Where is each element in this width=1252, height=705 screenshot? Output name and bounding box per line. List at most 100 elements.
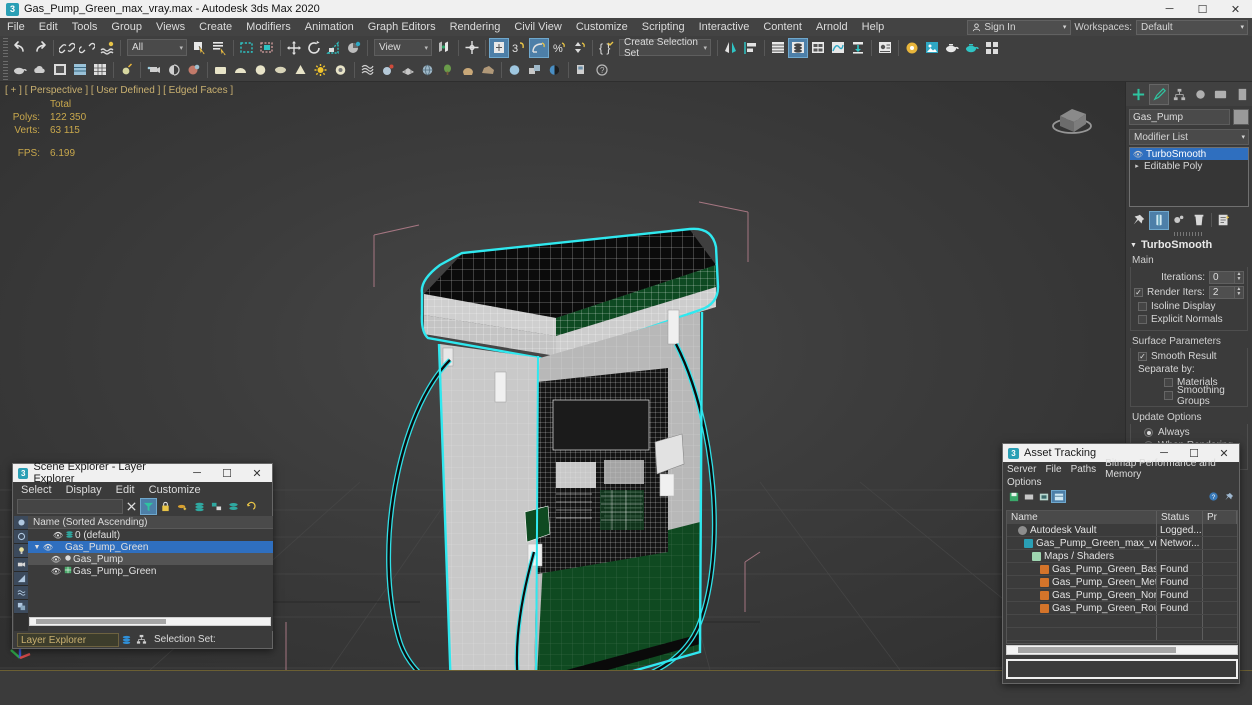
scene-explorer-tree[interactable]: Name (Sorted Ascending) 👁 0 (default) ▼ … — [28, 516, 273, 631]
clear-search-icon[interactable] — [123, 498, 140, 515]
table-row[interactable] — [1007, 615, 1237, 628]
scrollbar-thumb[interactable] — [36, 619, 166, 624]
select-and-move-icon[interactable] — [284, 38, 304, 58]
menu-item-group[interactable]: Group — [104, 18, 149, 36]
modifier-stack-item-turbosmooth[interactable]: 👁 TurboSmooth — [1130, 148, 1248, 160]
spinner-snap-icon[interactable]: % — [549, 38, 569, 58]
sphere-primitive-icon[interactable] — [251, 60, 271, 80]
percent-snap-toggle-icon[interactable] — [529, 37, 549, 58]
mirror-icon[interactable] — [721, 38, 741, 58]
mesh-plane-icon[interactable] — [398, 60, 418, 80]
globe-icon[interactable] — [418, 60, 438, 80]
hierarchy-tab[interactable] — [1169, 84, 1190, 105]
render-production-icon[interactable] — [942, 38, 962, 58]
update-always-radio[interactable] — [1144, 428, 1153, 437]
table-row[interactable]: Gas_Pump_Green_max_vray.max Networ... — [1007, 537, 1237, 550]
sun-positioner-icon[interactable] — [164, 60, 184, 80]
scrollbar-thumb[interactable] — [1018, 647, 1176, 653]
render-in-cloud-icon[interactable] — [982, 38, 1002, 58]
scene-explorer-menu-edit[interactable]: Edit — [116, 484, 135, 496]
make-unique-icon[interactable] — [1169, 211, 1189, 230]
rock-icon[interactable] — [478, 60, 498, 80]
unlink-selection-icon[interactable] — [77, 38, 97, 58]
help-icon[interactable]: ? — [592, 60, 612, 80]
teapot-icon[interactable] — [10, 60, 30, 80]
isoline-display-checkbox[interactable] — [1138, 302, 1147, 311]
hierarchy-toggle-icon[interactable] — [134, 633, 149, 647]
render-iters-checkbox[interactable]: ✓ — [1134, 287, 1143, 297]
list-item[interactable]: 👁 0 (default) — [28, 529, 273, 541]
menu-item-scripting[interactable]: Scripting — [635, 18, 692, 36]
particle-icon[interactable] — [378, 60, 398, 80]
proxy-icon[interactable] — [525, 60, 545, 80]
scene-explorer-horizontal-scrollbar[interactable] — [29, 617, 271, 626]
iterations-input[interactable]: 0 — [1209, 270, 1235, 284]
menu-item-animation[interactable]: Animation — [298, 18, 361, 36]
rendered-frame-window-icon[interactable] — [922, 38, 942, 58]
box-primitive-icon[interactable] — [211, 60, 231, 80]
select-layer-icon[interactable] — [225, 498, 242, 515]
modifier-stack[interactable]: 👁 TurboSmooth ▸ Editable Poly — [1129, 147, 1249, 207]
menu-item-interactive[interactable]: Interactive — [692, 18, 757, 36]
group-filter-icon[interactable] — [14, 600, 28, 614]
lock-icon[interactable] — [157, 498, 174, 515]
column-header-name[interactable]: Name — [1007, 511, 1157, 524]
motion-tab[interactable] — [1190, 84, 1211, 105]
menu-item-file[interactable]: File — [0, 18, 32, 36]
eye-icon[interactable]: 👁 — [50, 567, 62, 576]
toolbar-gripper[interactable] — [3, 60, 8, 80]
bind-to-space-warp-icon[interactable] — [97, 38, 117, 58]
scene-explorer-dialog[interactable]: 3 Scene Explorer - Layer Explorer ─ ☐ ✕ … — [12, 461, 273, 649]
select-and-rotate-icon[interactable] — [304, 38, 324, 58]
asset-tracking-status-field[interactable] — [1006, 659, 1238, 679]
light-filter-icon[interactable] — [14, 544, 28, 558]
ellipsoid-icon[interactable] — [271, 60, 291, 80]
snaps-toggle-icon[interactable] — [489, 37, 509, 58]
toggle-halfdark-icon[interactable] — [545, 60, 565, 80]
menu-item-arnold[interactable]: Arnold — [809, 18, 855, 36]
schematic-view-icon[interactable] — [848, 38, 868, 58]
render-iters-input[interactable]: 2 — [1208, 285, 1235, 299]
window-crossing-toggle-icon[interactable] — [257, 38, 277, 58]
physical-material-icon[interactable] — [184, 60, 204, 80]
menu-item-customize[interactable]: Customize — [569, 18, 635, 36]
tree-icon[interactable] — [438, 60, 458, 80]
menu-item-tools[interactable]: Tools — [65, 18, 105, 36]
view-cube[interactable] — [1044, 92, 1100, 144]
camera-filter-icon[interactable] — [14, 558, 28, 572]
bitmap-icon[interactable] — [572, 60, 592, 80]
layer-icon[interactable] — [191, 498, 208, 515]
object-name-field[interactable]: Gas_Pump — [1129, 109, 1230, 125]
shape-filter-icon[interactable] — [14, 530, 28, 544]
thumbnail-view-icon[interactable] — [1036, 490, 1051, 503]
update-always-row[interactable]: Always — [1134, 426, 1244, 439]
scene-explorer-maximize-button[interactable]: ☐ — [212, 464, 242, 482]
modifier-list-dropdown[interactable]: Modifier List ▾ — [1129, 129, 1249, 145]
configure-modifier-sets-icon[interactable] — [1214, 211, 1234, 230]
selection-filter-combo[interactable]: All ▾ — [127, 39, 187, 56]
toggle-layer-explorer-icon[interactable] — [788, 37, 808, 58]
cloud-icon[interactable] — [30, 60, 50, 80]
display-tab[interactable] — [1211, 84, 1232, 105]
camera-icon[interactable] — [144, 60, 164, 80]
select-and-place-icon[interactable] — [344, 38, 364, 58]
table-row[interactable]: Gas_Pump_Green_Metallic.png Found — [1007, 576, 1237, 589]
asset-menu-paths[interactable]: Paths — [1071, 464, 1097, 475]
material-editor-icon[interactable] — [875, 38, 895, 58]
chevron-down-icon[interactable]: ▾ — [1240, 23, 1244, 31]
edit-named-selection-sets-icon[interactable]: { } — [596, 38, 616, 58]
rollout-title[interactable]: ▼ TurboSmooth — [1126, 238, 1252, 252]
rectangular-selection-region-icon[interactable] — [237, 38, 257, 58]
remove-modifier-icon[interactable] — [1189, 211, 1209, 230]
isoline-display-row[interactable]: Isoline Display — [1134, 300, 1244, 313]
chevron-down-icon[interactable]: ▾ — [1063, 23, 1067, 31]
object-filter-icon[interactable] — [14, 516, 28, 530]
toggle-layer-list-icon[interactable] — [808, 38, 828, 58]
render-iterative-icon[interactable] — [962, 38, 982, 58]
hair-icon[interactable] — [358, 60, 378, 80]
column-header-pr[interactable]: Pr — [1203, 511, 1237, 524]
undo-icon[interactable] — [10, 38, 30, 58]
menu-item-graph-editors[interactable]: Graph Editors — [361, 18, 443, 36]
asset-tracking-grid[interactable]: Name Status Pr Autodesk Vault Logged... … — [1006, 510, 1238, 644]
chevron-down-icon[interactable]: ▾ — [179, 44, 183, 52]
